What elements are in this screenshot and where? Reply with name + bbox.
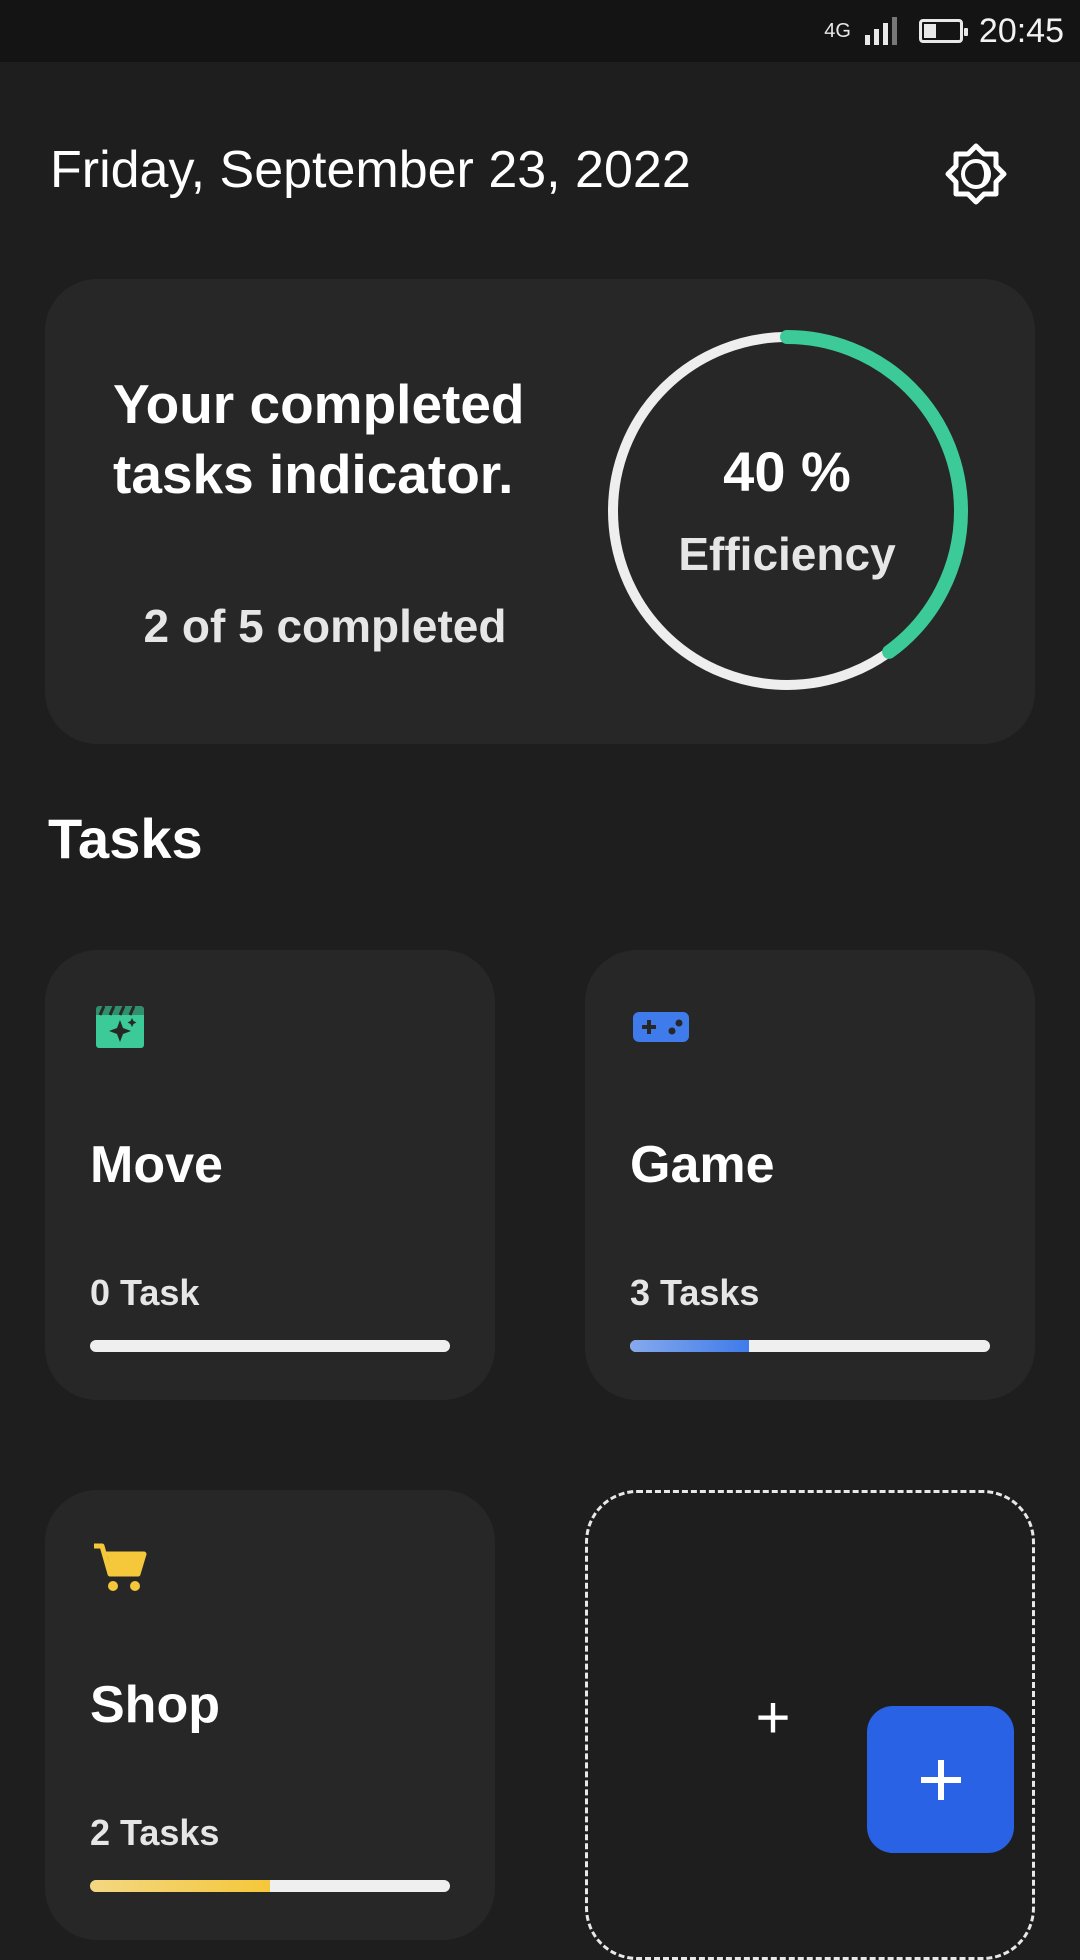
completed-count: 2 of 5 completed (143, 600, 507, 652)
category-task-count: 0 Task (90, 1272, 200, 1313)
category-task-count: 3 Tasks (630, 1272, 760, 1313)
category-progress-bar (90, 1880, 450, 1892)
category-card-shop[interactable]: Shop 2 Tasks (45, 1490, 495, 1940)
gamepad-icon (633, 1012, 689, 1042)
status-bar: 4G 20:45 (0, 0, 1080, 62)
brightness-icon (945, 143, 1007, 205)
category-card-move[interactable]: Move 0 Task (45, 950, 495, 1400)
add-category-plus-icon: + (755, 1684, 791, 1751)
category-progress-bar (630, 1340, 990, 1352)
completion-summary-card: Your completed tasks indicator. 2 of 5 c… (45, 279, 1035, 744)
summary-title: Your completed tasks indicator. (113, 369, 573, 509)
category-card-game[interactable]: Game 3 Tasks (585, 950, 1035, 1400)
category-name: Shop (90, 1676, 220, 1734)
efficiency-label: Efficiency (678, 528, 896, 580)
network-type: 4G (824, 19, 851, 42)
efficiency-percent: 40 % (723, 440, 851, 503)
tasks-heading: Tasks (48, 807, 203, 870)
efficiency-ring (606, 330, 968, 692)
theme-toggle-button[interactable] (940, 138, 1012, 210)
cart-icon (94, 1543, 147, 1591)
category-name: Game (630, 1136, 775, 1194)
summary-title-line2: tasks indicator. (113, 443, 514, 505)
add-task-fab[interactable] (867, 1706, 1014, 1853)
status-icons: 4G 20:45 (824, 10, 1064, 52)
progress-fill (630, 1340, 749, 1352)
signal-icon (864, 17, 897, 45)
category-name: Move (90, 1136, 223, 1194)
progress-fill (90, 1880, 270, 1892)
plus-icon (920, 1759, 961, 1800)
summary-title-line1: Your completed (113, 373, 525, 435)
category-task-count: 2 Tasks (90, 1812, 220, 1853)
battery-icon (918, 19, 968, 43)
clock: 20:45 (978, 11, 1064, 50)
movie-icon (96, 1005, 144, 1048)
category-progress-bar (90, 1340, 450, 1352)
date-title: Friday, September 23, 2022 (50, 141, 691, 199)
